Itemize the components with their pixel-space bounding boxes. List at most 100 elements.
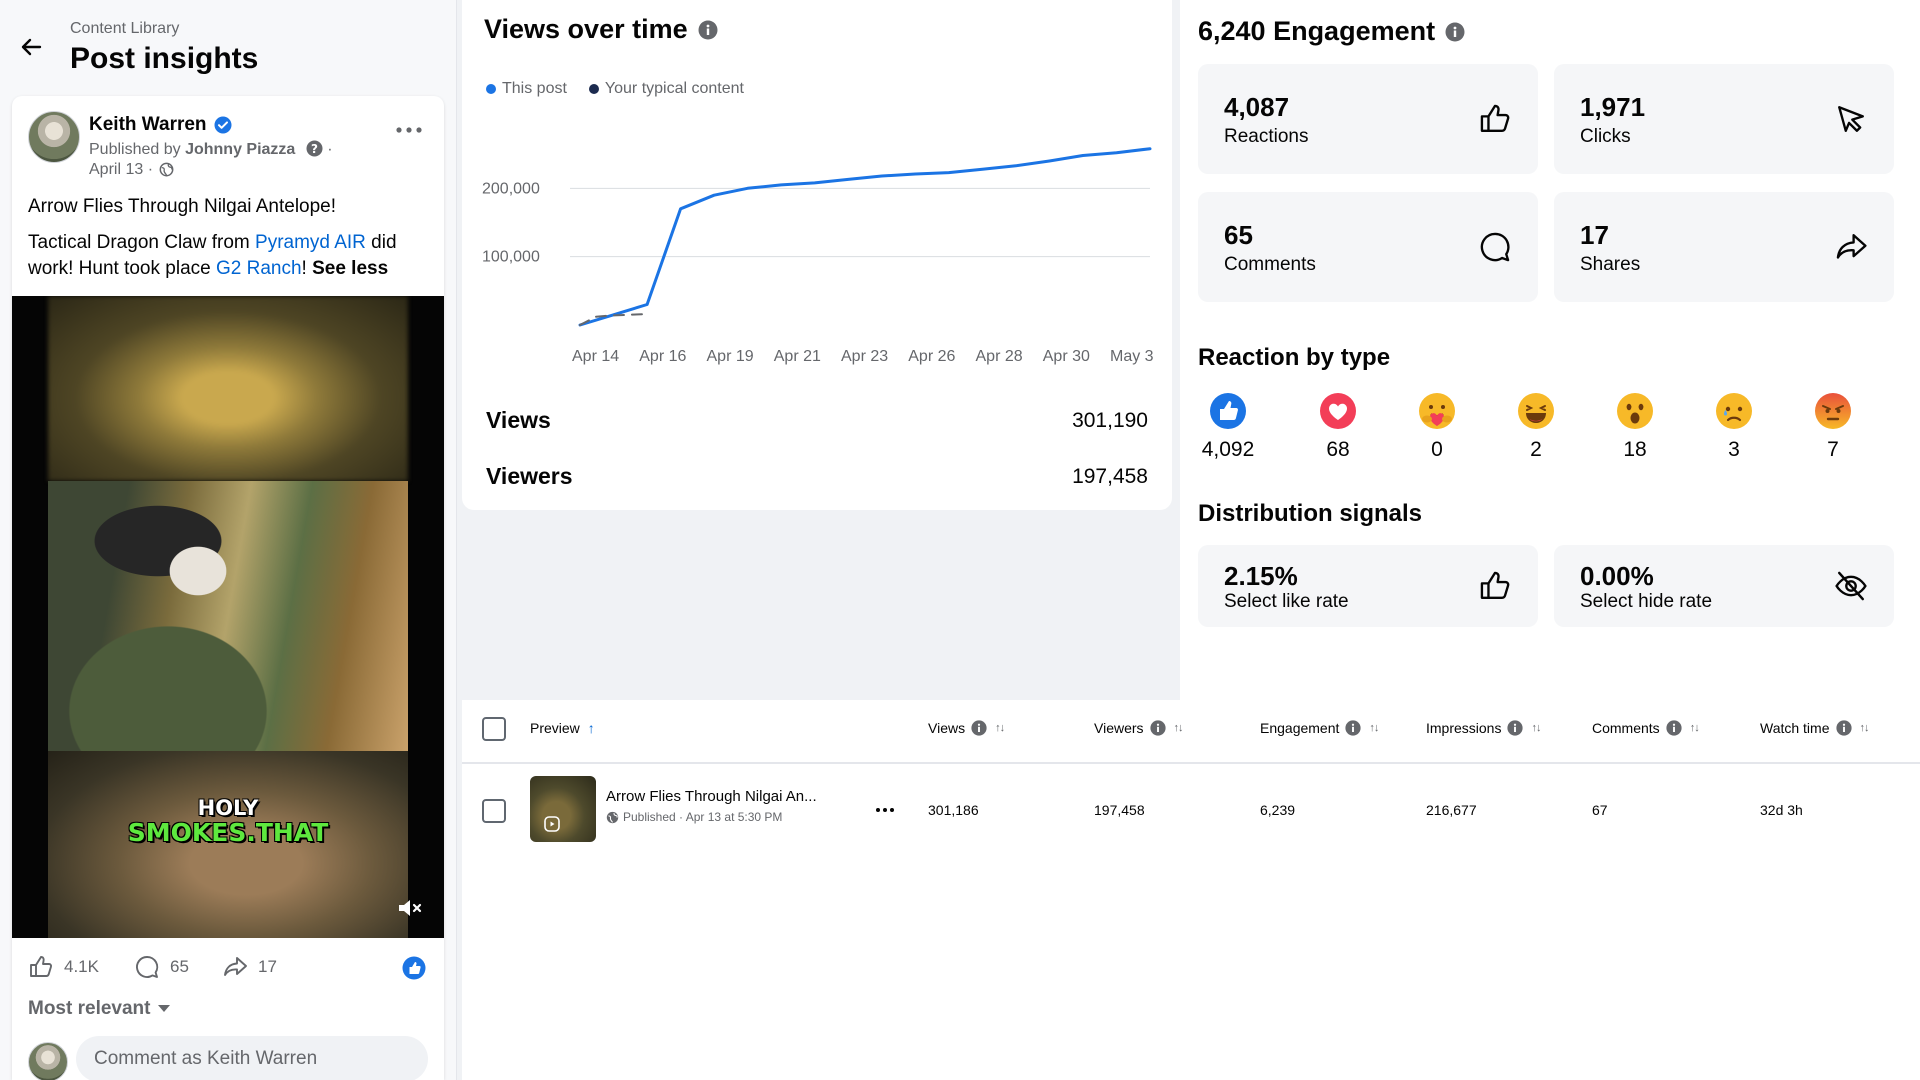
reaction-angry: 7 <box>1793 392 1873 462</box>
like-count: 4.1K <box>64 957 99 976</box>
info-icon[interactable] <box>698 20 718 40</box>
shares-card[interactable]: 17 Shares <box>1554 192 1894 302</box>
x-tick-label: May 3 <box>1110 348 1154 365</box>
legend-label: This post <box>502 80 567 97</box>
share-icon <box>224 957 247 976</box>
author-avatar[interactable] <box>28 111 80 163</box>
info-icon[interactable] <box>971 720 987 736</box>
legend-dot <box>486 84 496 94</box>
commenter-avatar[interactable] <box>28 1042 68 1080</box>
muted-speaker-icon[interactable] <box>396 896 424 920</box>
column-label: Views <box>928 720 966 736</box>
row-post-meta: Published · Apr 13 at 5:30 PM <box>606 810 782 824</box>
clicks-card[interactable]: 1,971 Clicks <box>1554 64 1894 174</box>
reel-icon <box>544 816 560 832</box>
row-more-options-icon[interactable] <box>874 804 896 816</box>
g2-ranch-link[interactable]: G2 Ranch <box>216 258 302 279</box>
posts-table: Preview ↑ Views ↑↓ Viewers ↑↓ Engagement … <box>462 700 1920 1080</box>
column-impressions[interactable]: Impressions ↑↓ <box>1426 720 1541 736</box>
select-like-rate-label: Select like rate <box>1224 591 1349 612</box>
info-icon[interactable] <box>1149 720 1166 736</box>
column-engagement[interactable]: Engagement ↑↓ <box>1260 720 1379 736</box>
thumbs-up-icon <box>1480 571 1510 599</box>
share-action[interactable]: 17 <box>222 954 277 980</box>
post-date[interactable]: April 13 <box>89 161 143 178</box>
info-icon[interactable] <box>1666 720 1682 736</box>
pyramyd-air-link[interactable]: Pyramyd AIR <box>255 232 366 253</box>
sort-icon: ↑↓ <box>1689 722 1700 734</box>
cell-views: 301,186 <box>928 802 979 818</box>
reaction-count: 2 <box>1530 438 1542 461</box>
like-action[interactable]: 4.1K <box>28 954 99 980</box>
see-less-link[interactable]: See less <box>312 258 388 279</box>
column-label: Viewers <box>1094 720 1144 736</box>
help-icon[interactable]: ? <box>306 140 323 157</box>
comments-value: 65 <box>1224 220 1253 250</box>
comment-action[interactable]: 65 <box>134 954 189 980</box>
engagement-panel: 6,240 Engagement 4,087 Reactions 1,971 C… <box>1180 0 1920 700</box>
reaction-count: 0 <box>1431 438 1443 461</box>
row-post-title[interactable]: Arrow Flies Through Nilgai An... <box>606 788 817 805</box>
viewers-label: Viewers <box>486 463 573 489</box>
column-label: Impressions <box>1426 720 1502 736</box>
comments-label: Comments <box>1224 254 1316 275</box>
x-tick-label: Apr 30 <box>1043 348 1090 365</box>
sort-ascending-icon: ↑ <box>587 720 595 736</box>
cell-impressions: 216,677 <box>1426 802 1477 818</box>
select-all-checkbox[interactable] <box>482 717 506 741</box>
column-comments[interactable]: Comments ↑↓ <box>1592 720 1700 736</box>
info-icon[interactable] <box>1345 720 1362 736</box>
post-thumbnail[interactable] <box>530 776 596 842</box>
sort-icon: ↑↓ <box>1369 722 1379 734</box>
x-tick-label: Apr 21 <box>774 348 821 365</box>
views-line-chart: 100,000 200,000 Apr 14 Apr 16 Apr 19 Apr 21 Ap… <box>482 147 1154 365</box>
sort-icon: ↑↓ <box>995 722 1005 734</box>
reaction-count: 18 <box>1623 438 1647 461</box>
reactions-card[interactable]: 4,087 Reactions <box>1198 64 1538 174</box>
video-caption: HOLY <box>197 796 259 820</box>
info-icon[interactable] <box>1445 22 1465 42</box>
author-name[interactable]: Keith Warren <box>89 114 207 136</box>
column-label: Comments <box>1592 720 1660 736</box>
column-watch-time[interactable]: Watch time ↑↓ <box>1760 720 1870 736</box>
haha-reaction-icon <box>1518 393 1554 429</box>
sort-icon: ↑↓ <box>1859 722 1870 734</box>
legend-item-this-post: This post <box>486 80 567 98</box>
select-like-rate-card[interactable]: 2.15% Select like rate <box>1198 545 1538 627</box>
more-options-icon[interactable] <box>392 120 426 140</box>
caret-down-icon <box>158 1005 171 1012</box>
views-label: Views <box>486 407 551 433</box>
select-hide-rate-card[interactable]: 0.00% Select hide rate <box>1554 545 1894 627</box>
row-checkbox[interactable] <box>482 799 506 823</box>
comment-count: 65 <box>170 957 189 976</box>
engagement-title: 6,240 Engagement <box>1198 16 1465 47</box>
comment-sort-dropdown[interactable]: Most relevant <box>28 998 171 1020</box>
sort-icon: ↑↓ <box>1531 722 1541 734</box>
reaction-count: 3 <box>1728 438 1740 461</box>
video-blur-background <box>48 296 408 481</box>
table-header: Preview ↑ Views ↑↓ Viewers ↑↓ Engagement … <box>462 700 1920 764</box>
back-arrow-icon[interactable] <box>16 32 46 62</box>
viewers-value: 197,458 <box>1072 465 1148 488</box>
date-separator: · <box>143 161 158 178</box>
legend-item-typical-content: Your typical content <box>588 80 744 98</box>
publisher-name[interactable]: Johnny Piazza <box>185 141 295 158</box>
comments-card[interactable]: 65 Comments <box>1198 192 1538 302</box>
column-preview[interactable]: Preview ↑ <box>530 720 595 736</box>
views-panel-title: Views over time <box>484 14 718 45</box>
table-row[interactable]: Arrow Flies Through Nilgai An... Publish… <box>462 766 1920 856</box>
info-icon[interactable] <box>1835 720 1852 736</box>
sort-icon: ↑↓ <box>1173 722 1184 734</box>
page-title: Post insights <box>70 42 259 75</box>
column-views[interactable]: Views ↑↓ <box>928 720 1005 736</box>
column-viewers[interactable]: Viewers ↑↓ <box>1094 720 1184 736</box>
post-card: Keith Warren Published by Johnny Piazza … <box>12 96 444 1080</box>
column-label: Watch time <box>1760 720 1830 736</box>
series-line-this-post <box>578 147 1152 327</box>
comment-input[interactable] <box>76 1036 428 1080</box>
info-icon[interactable] <box>1507 720 1524 736</box>
video-player[interactable]: HOLY SMOKES.THAT <box>12 296 444 938</box>
column-label: Preview <box>530 720 580 736</box>
views-value: 301,190 <box>1072 409 1148 432</box>
breadcrumb[interactable]: Content Library <box>70 20 179 38</box>
